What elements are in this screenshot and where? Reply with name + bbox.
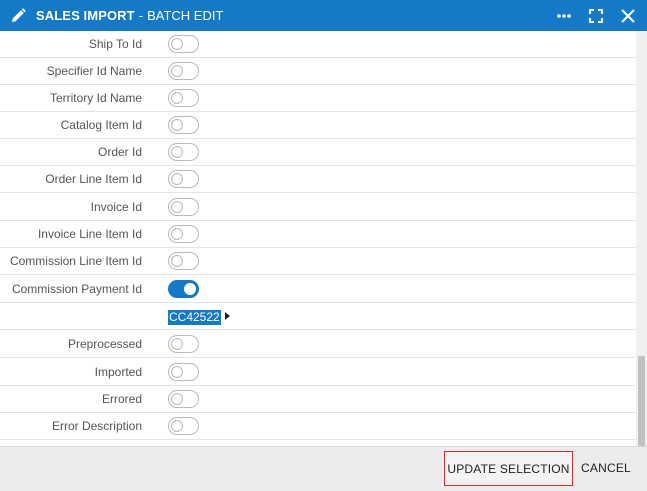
field-label: Ship To Id [88,37,142,51]
toggle-commission-line-item-id[interactable] [168,252,199,270]
commission-payment-value-row: CC42522 [0,303,636,330]
field-label: Commission Line Item Id [9,254,142,268]
field-row-specifier-id-name: Specifier Id Name [0,58,636,85]
field-label: Invoice Line Item Id [37,227,142,241]
toggle-catalog-item-id[interactable] [168,116,199,134]
window-title: SALES IMPORT [36,8,135,23]
field-row-order-id: Order Id [0,139,636,166]
toggle-specifier-id-name[interactable] [168,62,199,80]
title-separator: - [138,8,144,23]
toggle-knob [171,227,183,240]
field-label: Specifier Id Name [46,64,142,78]
cancel-button[interactable]: CANCEL [578,451,634,486]
update-selection-button[interactable]: UPDATE SELECTION [444,451,573,486]
field-row-ship-to-id: Ship To Id [0,31,636,58]
field-label: Errored [101,392,142,406]
toggle-knob [184,282,196,295]
toggle-invoice-id[interactable] [168,198,199,216]
toggle-preprocessed[interactable] [168,335,199,353]
field-row-order-line-item-id: Order Line Item Id [0,166,636,193]
expand-arrow-icon[interactable] [225,312,230,320]
field-label: Territory Id Name [49,91,142,105]
field-row-preprocessed: Preprocessed [0,331,636,358]
toggle-error-description[interactable] [168,417,199,435]
field-label: Preprocessed [67,337,142,351]
toggle-knob [171,200,183,213]
field-row-catalog-item-id: Catalog Item Id [0,112,636,139]
commission-payment-value[interactable]: CC42522 [168,310,221,325]
toggle-knob [171,64,183,77]
toggle-knob [171,118,183,131]
toggle-commission-payment-id[interactable] [168,280,199,298]
toggle-knob [171,145,183,158]
toggle-order-line-item-id[interactable] [168,170,199,188]
toggle-imported[interactable] [168,363,199,381]
vertical-scrollbar[interactable] [636,31,647,446]
field-row-commission-payment-id: Commission Payment Id [0,276,636,303]
dialog-footer: UPDATE SELECTION CANCEL [0,446,647,491]
field-row-errored: Errored [0,386,636,413]
field-label: Catalog Item Id [60,118,142,132]
toggle-knob [171,392,183,405]
more-icon[interactable] [555,7,573,25]
toggle-ship-to-id[interactable] [168,35,199,53]
title-bar: SALES IMPORT - BATCH EDIT [0,0,647,31]
field-row-imported: Imported [0,359,636,386]
field-row-invoice-line-item-id: Invoice Line Item Id [0,221,636,248]
toggle-order-id[interactable] [168,143,199,161]
toggle-errored[interactable] [168,390,199,408]
field-label: Commission Payment Id [11,282,142,296]
field-label: Order Line Item Id [45,172,142,186]
toggle-knob [171,337,183,350]
field-row-commission-line-item-id: Commission Line Item Id [0,248,636,275]
field-label: Invoice Id [90,200,142,214]
field-label: Order Id [97,145,142,159]
toggle-knob [171,419,183,432]
field-row-territory-id-name: Territory Id Name [0,85,636,112]
close-icon[interactable] [619,7,637,25]
toggle-knob [171,37,183,50]
toggle-invoice-line-item-id[interactable] [168,225,199,243]
field-label: Imported [94,365,142,379]
field-row-error-description: Error Description [0,413,636,440]
toggle-knob [171,172,183,185]
field-label: Error Description [51,419,142,433]
toggle-knob [171,365,183,378]
toggle-knob [171,91,183,104]
scrollbar-thumb[interactable] [638,356,645,446]
toggle-knob [171,254,183,267]
pencil-icon [0,0,36,31]
maximize-icon[interactable] [587,7,605,25]
window-subtitle: BATCH EDIT [147,8,224,23]
field-row-invoice-id: Invoice Id [0,194,636,221]
field-list: Ship To Id Specifier Id Name Territory I… [0,31,636,446]
toggle-territory-id-name[interactable] [168,89,199,107]
